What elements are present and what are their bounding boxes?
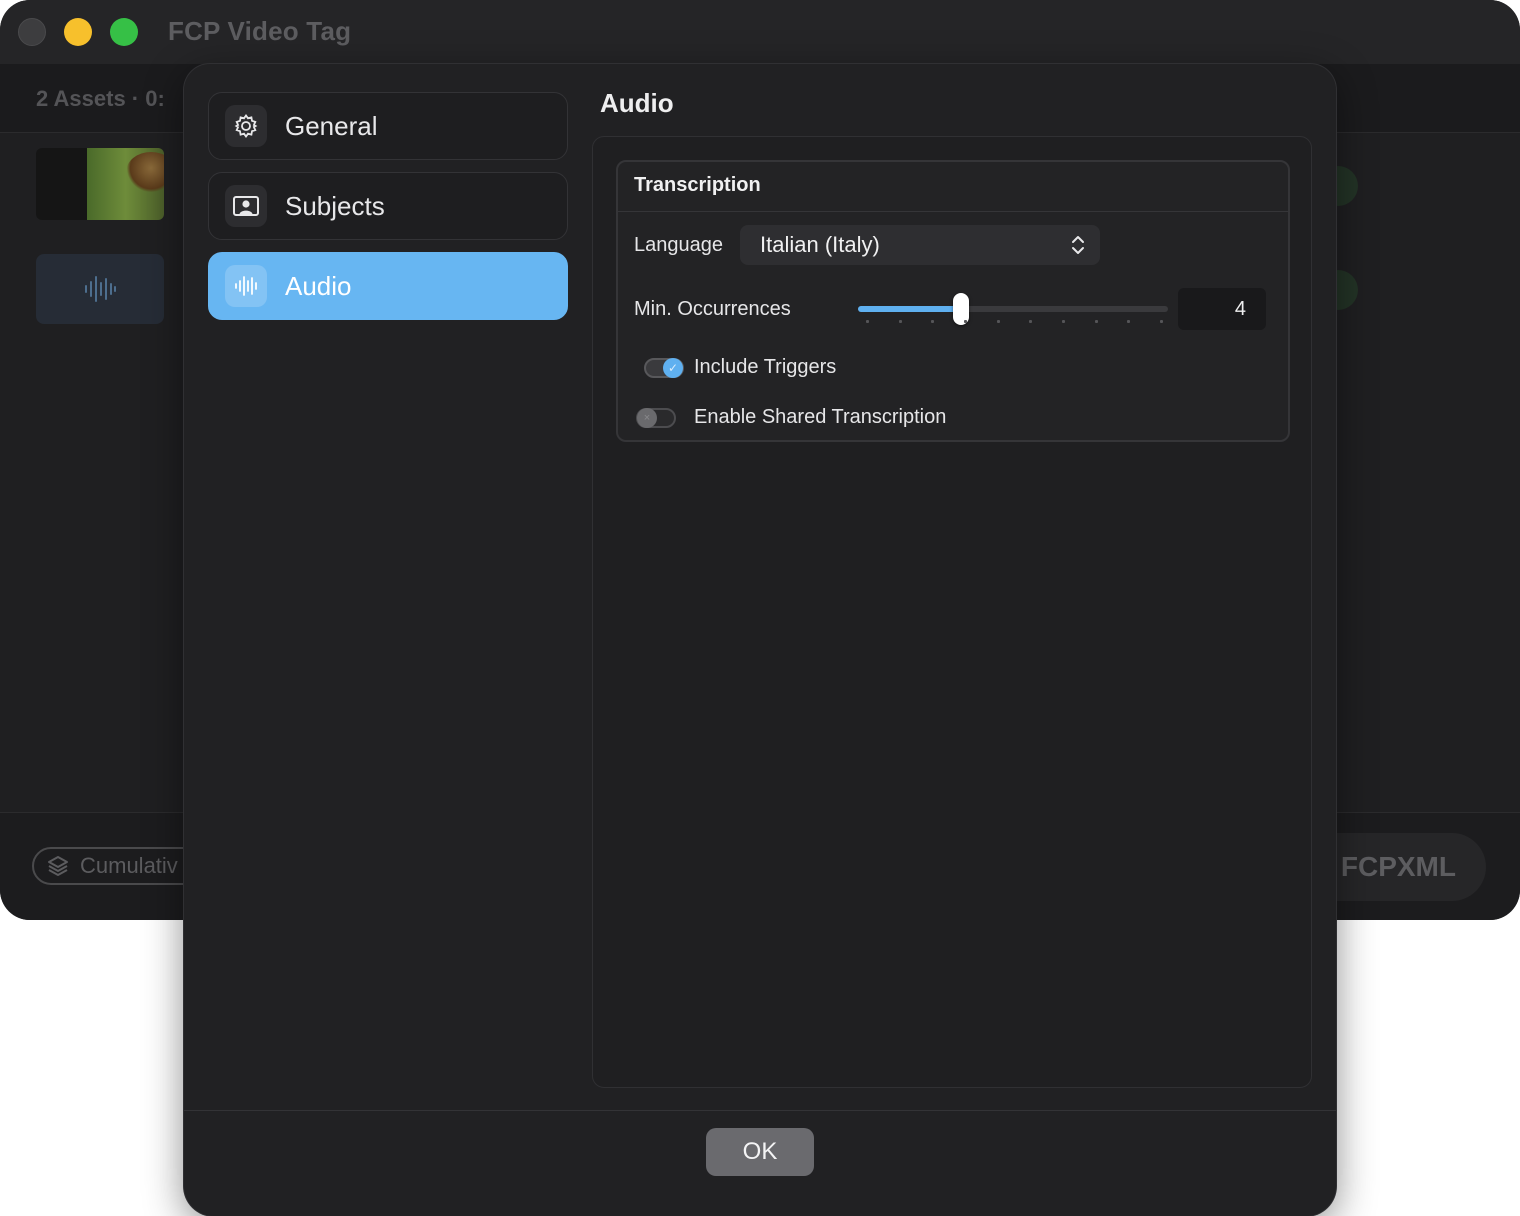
shared-transcription-toggle[interactable]: × — [636, 408, 676, 428]
slider-fill — [858, 306, 962, 312]
close-window-button[interactable] — [18, 18, 46, 46]
sidebar-item-subjects[interactable]: Subjects — [208, 172, 568, 240]
person-frame-icon — [225, 185, 267, 227]
include-triggers-label: Include Triggers — [694, 356, 837, 378]
export-label: t FCPXML — [1323, 851, 1456, 882]
chevron-updown-icon — [1072, 236, 1084, 254]
language-popup[interactable]: Italian (Italy) — [740, 225, 1100, 265]
divider — [618, 211, 1288, 212]
slider-tick — [866, 320, 869, 323]
video-asset-thumbnail[interactable] — [36, 148, 164, 220]
sidebar-item-general[interactable]: General — [208, 92, 568, 160]
language-value: Italian (Italy) — [760, 232, 880, 257]
settings-panel: Transcription Language Italian (Italy) M… — [592, 136, 1312, 1088]
sidebar-item-audio[interactable]: Audio — [208, 252, 568, 320]
language-label: Language — [634, 234, 723, 256]
sidebar-item-label: General — [285, 110, 378, 141]
layers-icon — [48, 856, 68, 876]
transcription-group: Transcription Language Italian (Italy) M… — [616, 160, 1290, 442]
maximize-window-button[interactable] — [110, 18, 138, 46]
x-icon: × — [637, 408, 657, 428]
cumulative-label: Cumulativ — [80, 853, 178, 878]
slider-tick — [1094, 320, 1098, 323]
min-occurrences-field[interactable]: 4 — [1178, 288, 1266, 330]
gear-icon — [225, 105, 267, 147]
settings-sheet: General Subjects Audio Audio Transcripti… — [184, 64, 1336, 1216]
waveform-icon — [85, 276, 116, 302]
minimize-window-button[interactable] — [64, 18, 92, 46]
group-title: Transcription — [634, 174, 761, 196]
shared-transcription-label: Enable Shared Transcription — [694, 406, 947, 428]
footer-divider — [184, 1110, 1336, 1111]
include-triggers-toggle[interactable]: ✓ — [644, 358, 684, 378]
slider-tick — [898, 320, 902, 323]
thumbnail-subject — [126, 152, 164, 192]
slider-tick — [996, 320, 1000, 323]
slider-tick — [964, 320, 967, 323]
min-occurrences-slider[interactable] — [858, 293, 1168, 325]
slider-tick — [1062, 320, 1065, 323]
min-occurrences-value: 4 — [1234, 297, 1246, 320]
slider-tick — [1127, 320, 1131, 323]
section-title: Audio — [600, 88, 674, 118]
window-title: FCP Video Tag — [168, 16, 352, 46]
title-bar: FCP Video Tag — [0, 0, 1520, 64]
audio-asset-thumbnail[interactable] — [36, 254, 164, 324]
ok-label: OK — [742, 1138, 778, 1165]
min-occurrences-label: Min. Occurrences — [634, 298, 791, 320]
sidebar-item-label: Subjects — [285, 190, 385, 221]
checkmark-icon: ✓ — [663, 358, 683, 378]
ok-button[interactable]: OK — [706, 1128, 814, 1176]
slider-tick — [1029, 320, 1033, 323]
waveform-icon — [225, 265, 267, 307]
slider-tick — [931, 320, 935, 323]
sidebar-item-label: Audio — [285, 270, 352, 301]
assets-count: 2 Assets · 0: — [36, 86, 165, 111]
slider-tick — [1160, 320, 1163, 323]
